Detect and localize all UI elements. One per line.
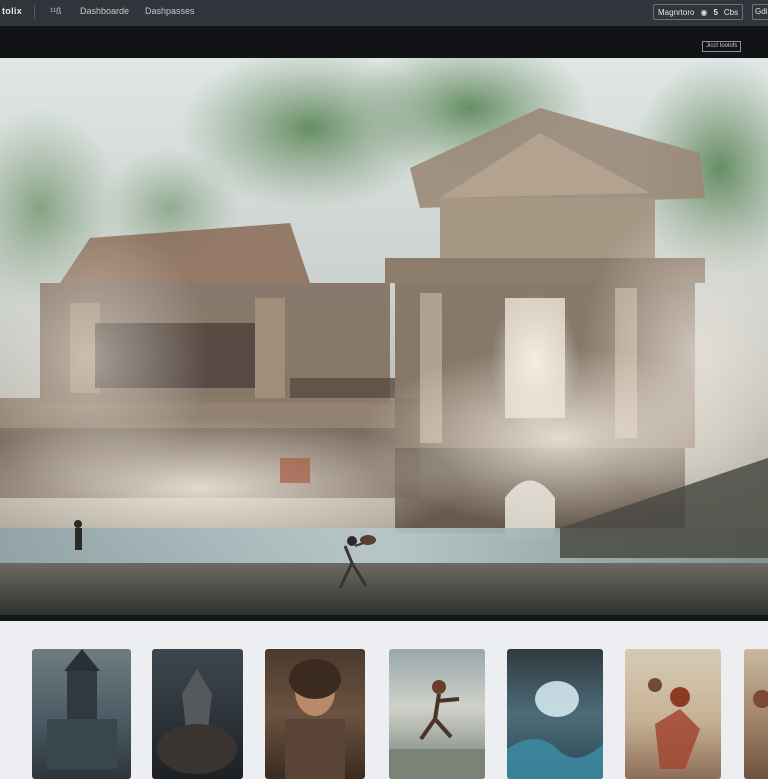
nav-item-dashboard[interactable]: Dashboarde [80, 6, 129, 16]
dark-armored-figure-painting [157, 669, 237, 774]
thumbnail-card[interactable] [507, 649, 603, 779]
nav-divider [34, 5, 35, 19]
toolbar-strip [0, 26, 768, 58]
smiling-woman-portrait-painting [285, 659, 345, 779]
thumbnail-card[interactable] [265, 649, 365, 779]
hero-image[interactable] [0, 58, 768, 615]
thumbnail-card[interactable] [389, 649, 485, 779]
user-icon: ◉ [700, 7, 708, 17]
thumbnail-card[interactable] [152, 649, 243, 779]
nav-item-dashpasses[interactable]: Dashpasses [145, 6, 195, 16]
account-extra: Cbs [723, 7, 739, 17]
thumbnail-card[interactable] [32, 649, 131, 779]
thumbnail-card[interactable] [744, 649, 768, 779]
corner-button[interactable]: Gdi [752, 4, 768, 20]
partial-thumbnail-painting [753, 690, 768, 708]
app-logo[interactable]: tolix [2, 6, 22, 16]
misty-ruined-temple-painting [0, 58, 768, 615]
nav-item-1[interactable]: ¹¹ß [50, 6, 62, 16]
thumbnail-card[interactable] [625, 649, 721, 779]
ruined-tower-painting [47, 649, 117, 769]
top-navigation-bar: tolix ¹¹ß Dashboarde Dashpasses Magnrtor… [0, 0, 768, 26]
thumbnail-strip [0, 621, 768, 779]
notification-count: 5 [713, 7, 718, 17]
tools-button[interactable]: Jicct Ioolofs [702, 41, 742, 52]
account-menu-button[interactable]: Magnrtoro ◉ 5 Cbs [653, 4, 744, 20]
running-figures-painting [389, 680, 485, 779]
account-label: Magnrtoro [658, 7, 695, 17]
storm-cave-painting [507, 681, 603, 779]
red-haired-warrior-painting [648, 678, 700, 769]
